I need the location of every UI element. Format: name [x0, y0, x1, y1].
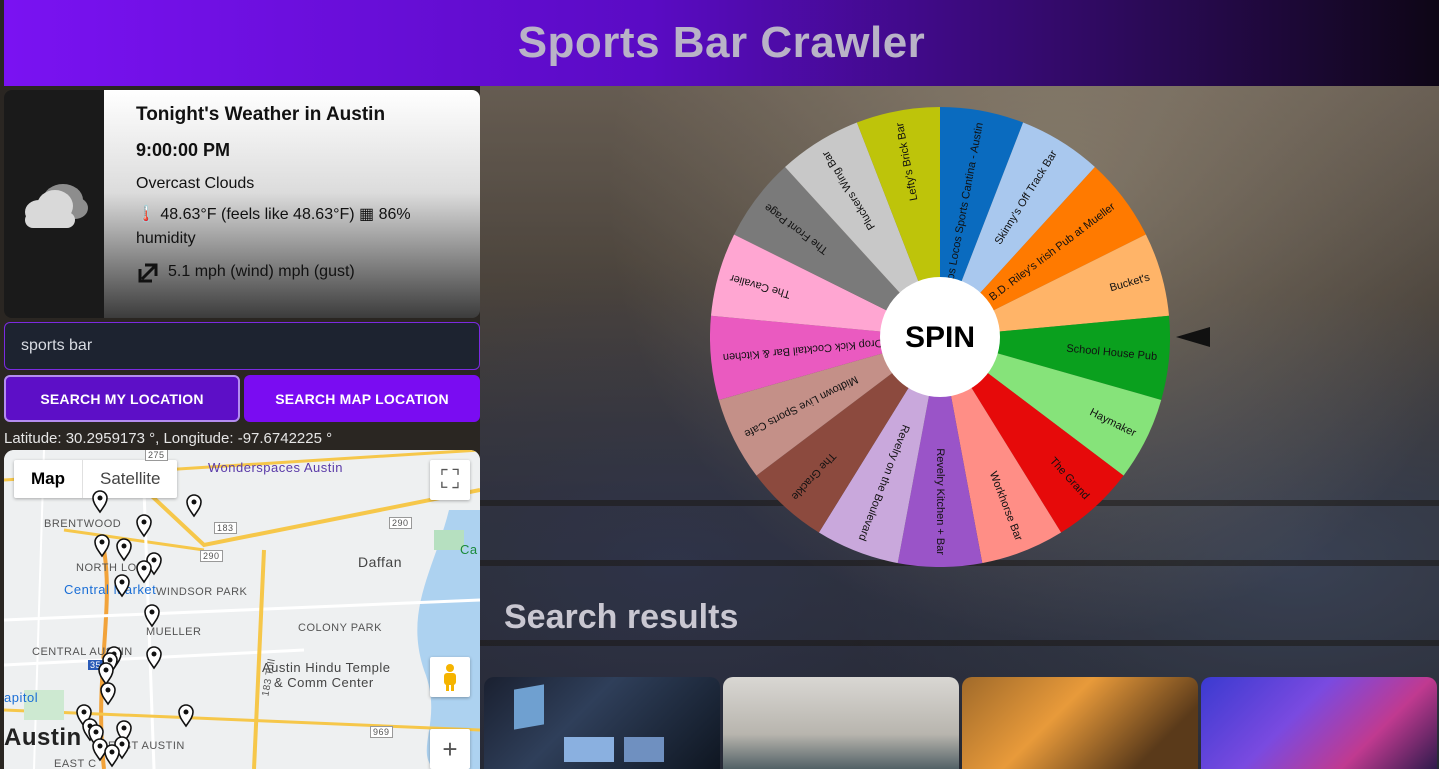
map-tab-map[interactable]: Map: [14, 460, 83, 498]
map-shield-275: 275: [145, 450, 168, 461]
map-label-windsor-park: WINDSOR PARK: [156, 586, 248, 598]
spin-wheel[interactable]: Los Locos Sports Cantina - Austin Skinny'…: [710, 107, 1170, 567]
map-label-austin: Austin: [4, 724, 82, 751]
spin-label[interactable]: SPIN: [905, 321, 975, 354]
fullscreen-icon[interactable]: ⛶: [430, 460, 470, 500]
wind-direction-icon: [138, 263, 158, 283]
app-header: Sports Bar Crawler: [4, 0, 1439, 86]
map-label-cap: Ca: [460, 542, 478, 557]
result-image[interactable]: [1201, 677, 1437, 769]
weather-description: Overcast Clouds: [136, 175, 255, 192]
result-image[interactable]: [484, 677, 720, 769]
map-label-central-austin: CENTRAL AUSTIN: [32, 646, 133, 658]
map-shield-183: 183: [214, 522, 237, 534]
map-label-central-market: Central Market: [64, 582, 157, 597]
result-image[interactable]: [723, 677, 959, 769]
search-results-title: Search results: [504, 598, 739, 636]
weather-card: Tonight's Weather in Austin 9:00:00 PM O…: [4, 90, 480, 318]
map-label-wonderspaces: Wonderspaces Austin: [208, 460, 343, 475]
weather-icon-panel: [4, 90, 104, 318]
map-shield-969: 969: [370, 726, 393, 738]
search-input[interactable]: [4, 322, 480, 370]
map-label-east-austin: EAST AUSTIN: [108, 740, 185, 752]
weather-details: Tonight's Weather in Austin 9:00:00 PM O…: [104, 90, 480, 318]
search-my-location-button[interactable]: SEARCH MY LOCATION: [4, 375, 240, 422]
weather-temperature: 🌡️ 48.63°F (feels like 48.63°F) ▦ 86% hu…: [136, 206, 411, 247]
wheel-svg: Los Locos Sports Cantina - Austin Skinny'…: [710, 107, 1170, 567]
map-label-comm-center: & Comm Center: [274, 675, 374, 690]
map-tab-satellite[interactable]: Satellite: [83, 460, 177, 498]
map-label-brentwood: BRENTWOOD: [44, 518, 122, 530]
map-type-tabs: Map Satellite: [14, 460, 178, 498]
search-map-location-button[interactable]: SEARCH MAP LOCATION: [244, 375, 480, 422]
pegman-icon[interactable]: [430, 657, 470, 697]
map-view[interactable]: Map Satellite ⛶ + Wonderspaces Austin BR…: [4, 450, 480, 769]
weather-title: Tonight's Weather in Austin: [136, 104, 386, 125]
coordinates-text: Latitude: 30.2959173 °, Longitude: -97.6…: [4, 430, 333, 447]
map-label-north-loop: NORTH LOOP: [76, 562, 154, 574]
map-label-daffan: Daffan: [358, 554, 402, 570]
weather-time: 9:00:00 PM: [136, 140, 231, 160]
map-shield-290-west: 290: [200, 550, 223, 562]
wheel-segment-label: Revelry Kitchen + Bar: [934, 448, 946, 555]
map-shield-290-east: 290: [389, 517, 412, 529]
map-label-capitol: apitol: [4, 690, 39, 705]
map-shield-35: 35: [88, 660, 104, 670]
wind-text: 5.1 mph (wind) mph (gust): [168, 263, 355, 280]
map-label-colony-park: COLONY PARK: [298, 622, 382, 634]
app-title: Sports Bar Crawler: [517, 18, 926, 67]
wheel-pointer-icon: [1176, 327, 1210, 347]
map-label-east-c: EAST C: [54, 758, 97, 769]
zoom-in-button[interactable]: +: [430, 729, 470, 769]
map-label-mueller: MUELLER: [146, 626, 202, 638]
cloud-icon: [25, 184, 88, 228]
result-image[interactable]: [962, 677, 1198, 769]
weather-wind: 5.1 mph (wind) mph (gust): [136, 259, 448, 285]
map-label-hindu-temple: Austin Hindu Temple: [262, 660, 391, 675]
